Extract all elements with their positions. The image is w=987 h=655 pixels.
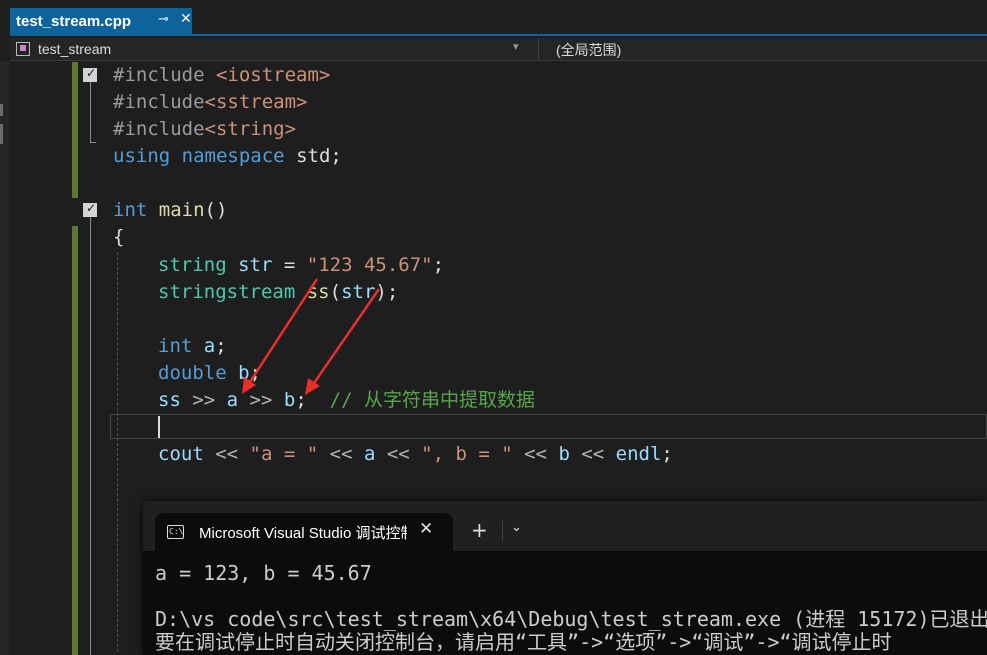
document-tab-strip: test_stream.cpp ⊸ ✕: [0, 0, 987, 36]
fold-guide-line: [90, 217, 91, 655]
terminal-icon: C:\: [167, 525, 184, 539]
operator: <<: [318, 443, 364, 465]
preprocessor-directive: #include: [113, 118, 205, 140]
punctuation: ;: [249, 362, 261, 384]
new-tab-button[interactable]: +: [471, 518, 488, 542]
navbar-divider: [538, 38, 539, 60]
close-icon[interactable]: ✕: [180, 11, 192, 27]
operator: <<: [569, 443, 616, 465]
punctuation: ;: [432, 254, 445, 276]
punctuation: );: [375, 281, 399, 303]
code-line-12[interactable]: double b;: [158, 360, 261, 387]
keyword: double: [158, 362, 227, 384]
variable: str: [238, 254, 273, 276]
fold-guide-line: [90, 82, 91, 142]
punctuation: ;: [330, 145, 342, 167]
keyword: using: [113, 145, 171, 167]
console-output-line: D:\vs code\src\test_stream\x64\Debug\tes…: [155, 607, 987, 631]
tab-underline: [10, 34, 987, 36]
keyword: int: [113, 199, 148, 221]
code-line-2[interactable]: #include<sstream>: [113, 89, 307, 116]
code-line-3[interactable]: #include<string>: [113, 116, 296, 143]
type-name: string: [158, 254, 227, 276]
punctuation: {: [113, 226, 125, 248]
include-header: <iostream>: [215, 64, 331, 86]
title-bar-divider: [502, 521, 503, 541]
tab-title: test_stream.cpp: [16, 12, 132, 30]
preprocessor-directive: #include: [113, 91, 205, 113]
type-name: stringstream: [158, 281, 296, 303]
code-comment: // 从字符串中提取数据: [306, 389, 535, 411]
debug-console-window[interactable]: C:\ Microsoft Visual Studio 调试控制台 ✕ + ⌄ …: [143, 501, 987, 655]
current-line-highlight: [110, 414, 987, 439]
operator: <<: [512, 443, 559, 465]
console-title-bar: C:\ Microsoft Visual Studio 调试控制台 ✕ + ⌄: [143, 501, 987, 551]
chevron-down-icon[interactable]: ▾: [513, 40, 519, 53]
variable: b: [283, 389, 296, 411]
operator: <<: [203, 443, 250, 465]
project-icon: [16, 42, 30, 56]
scope-dropdown[interactable]: (全局范围): [556, 40, 621, 60]
code-line-1[interactable]: #include <iostream>: [113, 62, 330, 89]
code-line-7[interactable]: {: [113, 224, 124, 251]
chevron-down-icon[interactable]: ⌄: [511, 520, 522, 535]
collapse-includes-icon[interactable]: ✓: [83, 66, 97, 82]
namespace-name: std: [296, 145, 331, 167]
code-line-6[interactable]: int main(): [113, 197, 227, 224]
editor-left-margin: [0, 61, 10, 655]
console-output-line: 要在调试停止时自动关闭控制台，请启用“工具”->“选项”->“调试”->“调试停…: [155, 630, 892, 654]
variable: endl: [615, 443, 662, 465]
string-literal: "a = ": [249, 443, 319, 465]
operator: <<: [375, 443, 422, 465]
console-tab[interactable]: C:\ Microsoft Visual Studio 调试控制台 ✕: [155, 513, 453, 551]
variable: ss: [306, 281, 330, 303]
variable: cout: [158, 443, 204, 465]
operator: >>: [180, 389, 227, 411]
variable: ss: [158, 389, 181, 411]
indent-guide: [117, 252, 118, 652]
text-caret: [158, 416, 160, 438]
string-literal: "123 45.67": [306, 254, 433, 276]
console-tab-title: Microsoft Visual Studio 调试控制台: [199, 525, 407, 542]
preprocessor-directive: #include: [113, 64, 216, 86]
keyword: namespace: [181, 145, 285, 167]
function-name: main: [158, 199, 205, 221]
include-header: <string>: [204, 118, 297, 140]
code-line-9[interactable]: stringstream ss(str);: [158, 279, 398, 306]
code-line-13[interactable]: ss >> a >> b; // 从字符串中提取数据: [158, 387, 535, 414]
variable: b: [558, 443, 570, 465]
operator: >>: [238, 389, 284, 411]
document-tab-test-stream[interactable]: test_stream.cpp ⊸ ✕: [10, 8, 192, 34]
fold-guide-end: [90, 142, 96, 143]
punctuation: ;: [295, 389, 307, 411]
change-indicator-bar: [72, 226, 78, 655]
variable: str: [341, 281, 376, 303]
keyword: int: [158, 335, 193, 357]
margin-marker: [0, 124, 3, 144]
project-name: test_stream: [38, 41, 112, 57]
code-line-15[interactable]: cout << "a = " << a << ", b = " << b << …: [158, 441, 673, 468]
code-line-4[interactable]: using namespace std;: [113, 143, 342, 170]
collapse-main-icon[interactable]: ✓: [83, 201, 97, 217]
navigation-bar: test_stream ▾ (全局范围): [10, 38, 987, 61]
operator: =: [272, 254, 307, 276]
punctuation: (): [204, 199, 228, 221]
project-dropdown[interactable]: test_stream: [12, 39, 526, 59]
punctuation: ;: [661, 443, 673, 465]
punctuation: (: [329, 281, 342, 303]
close-icon[interactable]: ✕: [419, 519, 433, 539]
variable: b: [238, 362, 250, 384]
change-indicator-bar: [72, 62, 78, 198]
console-output-line: a = 123, b = 45.67: [155, 561, 372, 585]
variable: a: [363, 443, 376, 465]
include-header: <sstream>: [204, 91, 308, 113]
code-line-8[interactable]: string str = "123 45.67";: [158, 252, 444, 279]
variable: a: [226, 389, 239, 411]
variable: a: [203, 335, 216, 357]
string-literal: ", b = ": [421, 443, 513, 465]
code-line-11[interactable]: int a;: [158, 333, 227, 360]
punctuation: ;: [215, 335, 227, 357]
margin-marker: [0, 104, 3, 116]
pin-icon[interactable]: ⊸: [158, 12, 169, 27]
